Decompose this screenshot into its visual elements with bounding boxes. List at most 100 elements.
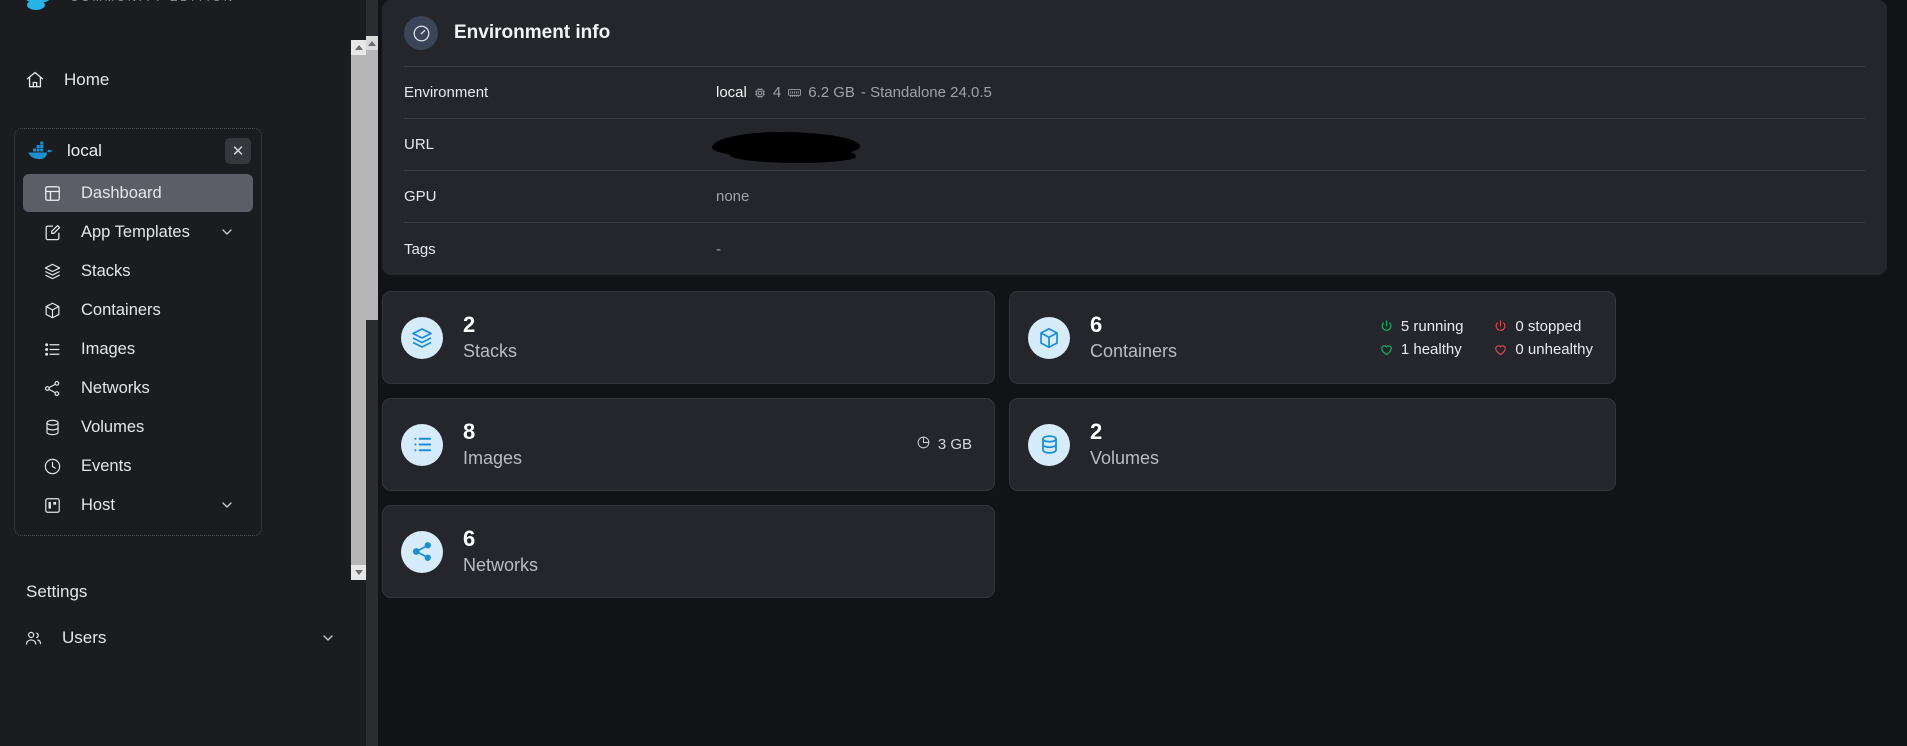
images-size-group: 3 GB — [916, 435, 972, 454]
sidebar-item-dashboard-label: Dashboard — [81, 183, 162, 202]
sidebar-item-containers[interactable]: Containers — [23, 291, 253, 329]
card-label: Networks — [463, 554, 539, 575]
sidebar-item-events[interactable]: Events — [23, 447, 253, 485]
share-nodes-icon — [41, 377, 63, 399]
sidebar-item-app-templates[interactable]: App Templates — [23, 213, 253, 251]
sidebar-item-host-label: Host — [81, 495, 115, 514]
power-icon — [1493, 319, 1508, 334]
scroll-down-arrow-icon[interactable] — [351, 565, 366, 580]
power-icon — [1379, 319, 1394, 334]
environment-name: local — [67, 141, 102, 160]
environment-info-rows: Environment local 4 6.2 GB - Standalone … — [404, 66, 1865, 275]
main-content: Environment info Environment local 4 6.2… — [366, 0, 1907, 746]
sidebar-item-home[interactable]: Home — [0, 60, 366, 100]
layers-icon — [401, 316, 443, 359]
card-text: 6 Networks — [463, 526, 538, 578]
main-scrollbar-thumb[interactable] — [366, 50, 378, 320]
environment-info-panel: Environment info Environment local 4 6.2… — [382, 0, 1887, 275]
portainer-logo-icon — [20, 0, 66, 16]
card-label: Stacks — [463, 340, 518, 361]
scroll-up-arrow-icon[interactable] — [351, 40, 366, 55]
environment-section: local ✕ Dashboard App Templates Stacks C… — [14, 128, 262, 536]
docker-version: - Standalone 24.0.5 — [860, 84, 992, 101]
chevron-down-icon — [320, 630, 336, 646]
status-running: 5 running — [1379, 318, 1463, 335]
sidebar-item-stacks[interactable]: Stacks — [23, 252, 253, 290]
sidebar-item-stacks-label: Stacks — [81, 261, 131, 280]
sidebar-item-users-label: Users — [62, 628, 107, 647]
heart-icon — [1493, 342, 1508, 357]
share-nodes-icon — [401, 530, 443, 573]
sidebar-item-networks-label: Networks — [81, 378, 150, 397]
layers-icon — [41, 260, 63, 282]
sidebar-item-users[interactable]: Users — [0, 618, 366, 658]
card-count: 6 — [463, 525, 476, 551]
host-panel-icon — [41, 494, 63, 516]
heart-icon — [1379, 342, 1394, 357]
database-icon — [1028, 423, 1070, 466]
status-healthy: 1 healthy — [1379, 341, 1464, 358]
sidebar-item-volumes[interactable]: Volumes — [23, 408, 253, 446]
info-value-url — [712, 131, 860, 163]
status-unhealthy-label: 0 unhealthy — [1515, 340, 1593, 358]
resource-cards-grid: 2 Stacks 6 Containers 5 running 0 stoppe… — [382, 291, 1887, 598]
users-icon — [22, 627, 44, 649]
card-text: 2 Stacks — [463, 312, 517, 364]
sidebar-item-app-templates-label: App Templates — [81, 222, 190, 241]
chevron-down-icon — [219, 497, 235, 513]
status-unhealthy: 0 unhealthy — [1493, 341, 1593, 358]
container-status-group: 5 running 0 stopped 1 healthy 0 unhealth… — [1379, 318, 1593, 358]
environment-value-name: local — [716, 84, 747, 101]
info-value-tags: - — [716, 240, 721, 258]
card-volumes[interactable]: 2 Volumes — [1009, 398, 1616, 491]
card-count: 2 — [463, 311, 476, 337]
info-row-tags: Tags - — [404, 223, 1865, 275]
cube-icon — [1028, 316, 1070, 359]
status-stopped-label: 0 stopped — [1515, 317, 1582, 335]
card-text: 6 Containers — [1090, 312, 1177, 364]
info-row-url: URL — [404, 119, 1865, 171]
sidebar-scrollbar[interactable] — [351, 40, 366, 580]
sidebar-item-containers-label: Containers — [81, 300, 161, 319]
sidebar-item-host[interactable]: Host — [23, 486, 253, 524]
environment-info-header: Environment info — [404, 0, 1865, 66]
brand: COMMUNITY EDITION — [0, 0, 366, 24]
list-icon — [401, 423, 443, 466]
close-icon[interactable]: ✕ — [225, 138, 251, 164]
card-containers[interactable]: 6 Containers 5 running 0 stopped 1 healt… — [1009, 291, 1616, 384]
sidebar-nav-top: Home — [0, 60, 366, 100]
card-stacks[interactable]: 2 Stacks — [382, 291, 995, 384]
sidebar-item-images[interactable]: Images — [23, 330, 253, 368]
card-label: Volumes — [1090, 447, 1160, 468]
card-text: 2 Volumes — [1090, 419, 1159, 471]
cpu-icon — [753, 86, 767, 100]
cpu-count: 4 — [772, 84, 782, 101]
memory-icon — [787, 85, 802, 100]
environment-header: local ✕ — [15, 129, 261, 173]
settings-section-title: Settings — [26, 582, 88, 601]
sidebar-item-home-label: Home — [64, 70, 110, 89]
sidebar-item-events-label: Events — [81, 456, 132, 475]
info-value-environment: local 4 6.2 GB - Standalone 24.0.5 — [716, 84, 992, 101]
brand-edition-label: COMMUNITY EDITION — [70, 0, 235, 4]
app-root: COMMUNITY EDITION Home — [0, 0, 1907, 746]
pie-chart-icon — [916, 435, 931, 454]
card-images[interactable]: 8 Images 3 GB — [382, 398, 995, 491]
main-scrollbar[interactable] — [366, 0, 378, 746]
card-count: 6 — [1090, 311, 1103, 337]
card-count: 8 — [463, 418, 476, 444]
card-text: 8 Images — [463, 419, 522, 471]
status-healthy-label: 1 healthy — [1400, 340, 1462, 358]
info-key: Tags — [404, 240, 436, 258]
sidebar-item-dashboard[interactable]: Dashboard — [23, 174, 253, 212]
sidebar: COMMUNITY EDITION Home — [0, 0, 366, 746]
environment-nav: Dashboard App Templates Stacks Container… — [15, 174, 261, 524]
cube-icon — [41, 299, 63, 321]
sidebar-scrollbar-thumb[interactable] — [351, 55, 366, 565]
card-networks[interactable]: 6 Networks — [382, 505, 995, 598]
sidebar-item-networks[interactable]: Networks — [23, 369, 253, 407]
info-row-gpu: GPU none — [404, 171, 1865, 223]
content-area: Environment info Environment local 4 6.2… — [366, 0, 1907, 598]
scroll-up-arrow-icon[interactable] — [366, 36, 378, 50]
page-title: Environment info — [454, 22, 611, 43]
